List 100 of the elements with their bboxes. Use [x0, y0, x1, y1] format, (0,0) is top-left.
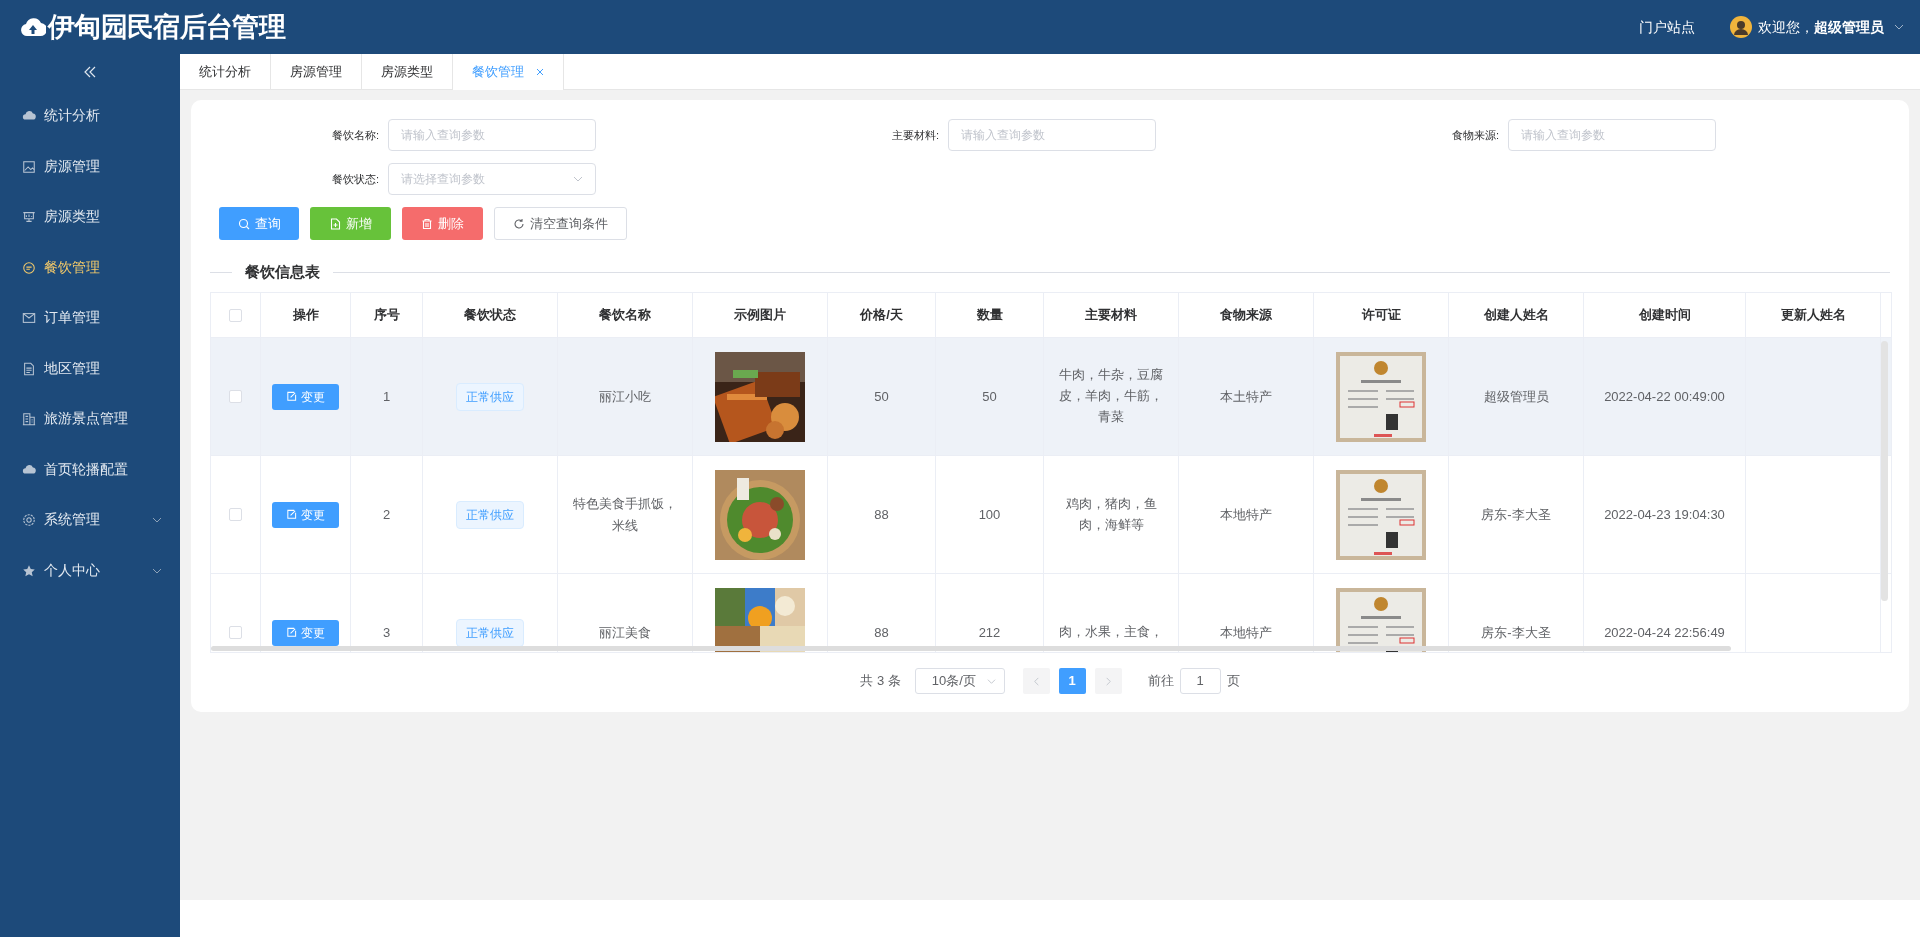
page-input[interactable]: 1 — [1179, 668, 1221, 694]
checkbox[interactable] — [229, 390, 242, 403]
edit-icon — [286, 627, 297, 638]
trash-icon — [421, 217, 433, 230]
search-icon — [237, 217, 250, 230]
refresh-icon — [513, 217, 525, 230]
column-header: 主要材料 — [1085, 306, 1137, 325]
star-icon — [22, 563, 36, 578]
column-header: 许可证 — [1361, 306, 1401, 325]
table-cell-text: 超级管理员 — [1483, 387, 1549, 406]
portal-link[interactable]: 门户站点 — [1639, 16, 1695, 38]
scrollbar[interactable] — [1881, 341, 1888, 601]
page-suffix: 页 — [1226, 672, 1240, 691]
edit-icon — [286, 391, 297, 402]
sidebar-item[interactable]: 首页轮播配置 — [0, 444, 180, 495]
table-cell-text: 本地特产 — [1220, 505, 1272, 524]
mail-icon — [22, 311, 36, 326]
next-page-button[interactable] — [1094, 668, 1122, 694]
table-cell-text: 2022-04-24 22:56:49 — [1604, 623, 1725, 642]
table-cell-text: 本土特产 — [1220, 387, 1272, 406]
section-title: 餐饮信息表 — [244, 261, 321, 282]
sidebar-item[interactable]: 系统管理 — [0, 495, 180, 546]
tab[interactable]: 统计分析 — [180, 54, 271, 90]
sidebar-item[interactable]: 旅游景点管理 — [0, 394, 180, 445]
field-label: 餐饮名称: — [330, 127, 380, 143]
cloud-icon — [22, 462, 36, 477]
table-cell-text: 本地特产 — [1220, 623, 1272, 642]
field-label: 主要材料: — [890, 127, 940, 143]
table-cell-text: 88 — [874, 505, 889, 524]
checkbox[interactable] — [229, 508, 242, 521]
sidebar-item[interactable]: 地区管理 — [0, 343, 180, 394]
table-row[interactable]: 变更 1 正常供应 丽江小吃 50 50 牛肉，牛杂，豆腐皮，羊肉，牛筋，青菜 本土特产 超级管理员 2022-04-22 00:49:00 — [211, 338, 1891, 456]
table-cell-text: 3 — [382, 623, 391, 642]
reset-button[interactable]: 清空查询条件 — [494, 207, 627, 240]
table-cell-text: 丽江小吃 — [599, 387, 651, 406]
checkbox[interactable] — [229, 626, 242, 639]
chevron-right-icon — [1103, 676, 1113, 686]
table-cell-text: 50 — [982, 387, 997, 406]
field-label: 食物来源: — [1450, 127, 1500, 143]
table-cell-text: 肉，水果，主食， — [1059, 624, 1163, 641]
table-cell-text: 88 — [874, 623, 889, 642]
column-header: 食物来源 — [1220, 306, 1272, 325]
column-header: 更新人姓名 — [1780, 306, 1846, 325]
sidebar-item[interactable]: 房源管理 — [0, 141, 180, 192]
table-cell-text: 1 — [382, 387, 391, 406]
table-cell-text: 丽江美食 — [599, 623, 651, 642]
table-cell-text: 2022-04-22 00:49:00 — [1604, 387, 1725, 406]
column-header: 创建人姓名 — [1483, 306, 1549, 325]
edit-icon — [286, 509, 297, 520]
image-icon — [22, 159, 36, 174]
status-tag: 正常供应 — [456, 618, 524, 647]
goto-label: 前往 — [1147, 672, 1174, 691]
scrollbar[interactable] — [211, 646, 1731, 651]
avatar-icon — [1730, 16, 1752, 38]
chat-icon — [22, 260, 36, 275]
sidebar-item[interactable]: 房源类型 — [0, 192, 180, 243]
table-cell-text: 2 — [382, 505, 391, 524]
document-plus-icon — [329, 217, 341, 230]
welcome-text[interactable]: 欢迎您，超级管理员 — [1758, 16, 1884, 38]
sidebar-item[interactable]: 订单管理 — [0, 293, 180, 344]
column-header: 餐饮状态 — [464, 306, 516, 325]
chevron-down-icon — [986, 676, 996, 686]
sidebar-item[interactable]: 统计分析 — [0, 91, 180, 142]
table-cell-text: 100 — [978, 505, 1001, 524]
table-row[interactable]: 变更 2 正常供应 特色美食手抓饭，米线 88 100 鸡肉，猪肉，鱼肉，海鲜等 本地特产 房东-李大圣 2022-04-23 19:04:30 — [211, 456, 1891, 574]
sidebar-item[interactable]: 个人中心 — [0, 545, 180, 596]
building-icon — [22, 412, 36, 427]
total-count: 共 3 条 — [860, 672, 901, 691]
status-tag: 正常供应 — [456, 500, 524, 529]
status-tag: 正常供应 — [456, 382, 524, 411]
chevron-down-icon[interactable] — [1894, 22, 1904, 32]
table-cell-text: 牛肉，牛杂，豆腐皮，羊肉，牛筋，青菜 — [1058, 367, 1164, 426]
chevron-left-icon — [1031, 676, 1041, 686]
app-title: 伊甸园民宿后台管理 — [48, 10, 285, 44]
tab[interactable]: 房源管理 — [271, 54, 362, 90]
column-header: 数量 — [976, 306, 1003, 325]
chevron-down-icon — [573, 174, 583, 184]
previous-page-button[interactable] — [1022, 668, 1050, 694]
table-cell-text: 212 — [978, 623, 1001, 642]
sidebar-item[interactable]: 餐饮管理 — [0, 242, 180, 293]
gear-icon — [22, 513, 36, 528]
checkbox[interactable] — [229, 308, 242, 322]
cloud-icon — [20, 16, 46, 38]
field-label: 餐饮状态: — [330, 171, 380, 187]
presentation-icon — [22, 210, 36, 225]
table-cell-text: 特色美食手抓饭，米线 — [572, 494, 678, 535]
page-size-select[interactable]: 10条/页 — [914, 668, 1005, 694]
document-icon — [22, 361, 36, 376]
column-header: 序号 — [373, 306, 400, 325]
table-cell-text: 鸡肉，猪肉，鱼肉，海鲜等 — [1064, 495, 1158, 534]
column-header: 餐饮名称 — [599, 306, 651, 325]
collapse-icon[interactable] — [84, 66, 96, 78]
table-cell-text: 房东-李大圣 — [1481, 623, 1551, 642]
column-header: 创建时间 — [1638, 306, 1691, 325]
table-cell-text: 50 — [874, 387, 889, 406]
column-header: 操作 — [292, 306, 319, 325]
table-cell-text: 房东-李大圣 — [1481, 505, 1551, 524]
table-cell-text: 2022-04-23 19:04:30 — [1604, 505, 1725, 524]
column-header: 示例图片 — [734, 306, 786, 325]
column-header: 价格/天 — [860, 306, 903, 325]
